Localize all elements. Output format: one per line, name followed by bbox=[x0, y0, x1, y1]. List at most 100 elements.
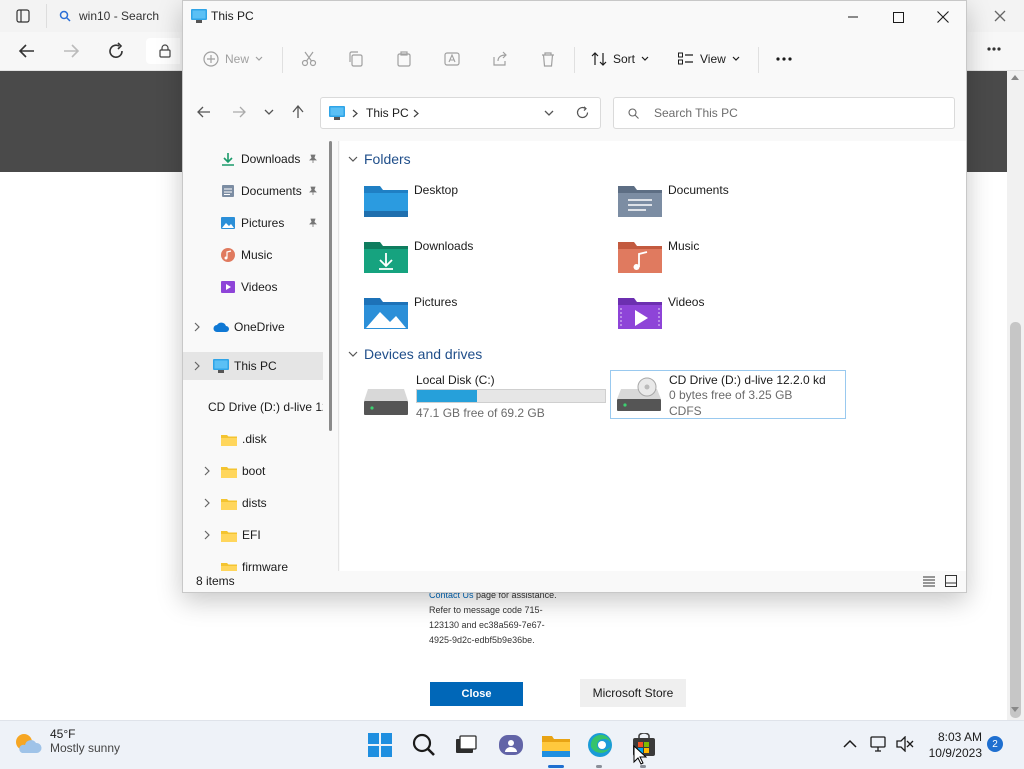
nav-label: boot bbox=[242, 464, 266, 478]
notification-badge[interactable]: 2 bbox=[987, 736, 1003, 752]
large-icons-view-icon[interactable] bbox=[945, 575, 957, 587]
forward-icon[interactable] bbox=[62, 42, 80, 60]
nav-label: Videos bbox=[241, 280, 278, 294]
drive-tile-d[interactable]: CD Drive (D:) d-live 12.2.0 kd 0 bytes f… bbox=[610, 370, 846, 419]
folder-icon bbox=[221, 498, 237, 510]
nav-item-pictures[interactable]: Pictures bbox=[183, 209, 323, 237]
nav-scrollbar[interactable] bbox=[329, 141, 332, 431]
expand-chevron-icon[interactable] bbox=[193, 361, 201, 371]
error-line: Refer to message code 715- bbox=[429, 605, 543, 615]
folder-tile-documents[interactable]: Documents bbox=[618, 183, 729, 217]
nav-item-downloads[interactable]: Downloads bbox=[183, 145, 323, 173]
share-button[interactable] bbox=[492, 41, 508, 77]
forward-icon[interactable] bbox=[232, 106, 246, 118]
view-button[interactable]: View bbox=[678, 41, 740, 77]
back-icon[interactable] bbox=[197, 106, 211, 118]
nav-label: Documents bbox=[241, 184, 302, 198]
nav-item-folder[interactable]: boot bbox=[183, 457, 323, 485]
cut-button[interactable] bbox=[301, 41, 317, 77]
expand-chevron-icon[interactable] bbox=[203, 466, 211, 476]
explorer-titlebar[interactable]: This PC bbox=[183, 1, 966, 33]
file-explorer-taskbar-button[interactable] bbox=[540, 729, 572, 761]
expand-chevron-icon[interactable] bbox=[193, 322, 201, 332]
pin-icon[interactable] bbox=[308, 186, 318, 196]
close-tab-icon[interactable] bbox=[993, 9, 1007, 23]
nav-item-folder[interactable]: EFI bbox=[183, 521, 323, 549]
chevron-right-icon[interactable] bbox=[413, 109, 419, 118]
drives-section-header[interactable]: Devices and drives bbox=[348, 346, 482, 362]
see-more-button[interactable] bbox=[776, 41, 792, 77]
tab-actions-icon[interactable] bbox=[16, 9, 30, 23]
address-path[interactable]: This PC bbox=[366, 106, 409, 120]
collapse-chevron-icon bbox=[348, 156, 358, 162]
nav-item-music[interactable]: Music bbox=[183, 241, 323, 269]
navigation-pane: Downloads Documents Pictures Music Video… bbox=[183, 141, 331, 571]
up-icon[interactable] bbox=[292, 105, 304, 119]
sort-button[interactable]: Sort bbox=[591, 41, 649, 77]
expand-chevron-icon[interactable] bbox=[203, 498, 211, 508]
more-options-icon[interactable] bbox=[986, 46, 1002, 52]
chat-button[interactable] bbox=[495, 729, 527, 761]
weather-widget[interactable]: 45°F Mostly sunny bbox=[10, 727, 120, 759]
edge-button[interactable] bbox=[584, 729, 616, 761]
nav-item-documents[interactable]: Documents bbox=[183, 177, 323, 205]
close-button[interactable]: Close bbox=[430, 682, 523, 706]
nav-item-folder[interactable]: .disk bbox=[183, 425, 323, 453]
task-view-icon bbox=[456, 735, 477, 753]
chat-icon bbox=[499, 735, 523, 755]
show-hidden-icons-icon[interactable] bbox=[843, 739, 857, 749]
recent-locations-icon[interactable] bbox=[264, 109, 274, 115]
pane-divider[interactable] bbox=[338, 141, 339, 571]
refresh-icon[interactable] bbox=[107, 42, 125, 60]
drive-tile-c[interactable]: Local Disk (C:) 47.1 GB free of 69.2 GB bbox=[364, 373, 606, 421]
browser-tab[interactable]: win10 - Search bbox=[46, 4, 195, 28]
folder-tile-videos[interactable]: Videos bbox=[618, 295, 704, 329]
volume-muted-icon[interactable] bbox=[896, 736, 914, 752]
nav-item-folder[interactable]: dists bbox=[183, 489, 323, 517]
folders-section-header[interactable]: Folders bbox=[348, 151, 411, 167]
folder-tile-desktop[interactable]: Desktop bbox=[364, 183, 458, 217]
expand-chevron-icon[interactable] bbox=[203, 530, 211, 540]
maximize-button[interactable] bbox=[875, 1, 921, 33]
pin-icon[interactable] bbox=[308, 218, 318, 228]
collapse-chevron-icon bbox=[348, 351, 358, 357]
pin-icon[interactable] bbox=[308, 154, 318, 164]
back-icon[interactable] bbox=[18, 42, 36, 60]
nav-item-folder[interactable]: firmware bbox=[183, 553, 323, 571]
scroll-up-icon[interactable] bbox=[1010, 73, 1020, 81]
paste-button[interactable] bbox=[396, 41, 412, 77]
microsoft-store-button[interactable]: Microsoft Store bbox=[580, 679, 686, 707]
folder-label: Documents bbox=[668, 183, 729, 197]
folder-tile-downloads[interactable]: Downloads bbox=[364, 239, 473, 273]
search-placeholder: Search This PC bbox=[654, 106, 738, 120]
lock-icon bbox=[159, 44, 171, 58]
copy-button[interactable] bbox=[348, 41, 364, 77]
search-input[interactable]: Search This PC bbox=[613, 97, 955, 129]
start-button[interactable] bbox=[364, 729, 396, 761]
scroll-down-icon[interactable] bbox=[1010, 706, 1020, 714]
address-bar[interactable]: This PC bbox=[320, 97, 601, 129]
folder-tile-pictures[interactable]: Pictures bbox=[364, 295, 457, 329]
nav-item-videos[interactable]: Videos bbox=[183, 273, 323, 301]
nav-item-onedrive[interactable]: OneDrive bbox=[183, 313, 323, 341]
new-label: New bbox=[225, 52, 250, 66]
task-view-button[interactable] bbox=[450, 729, 482, 761]
clock[interactable]: 8:03 AM 10/9/2023 bbox=[922, 729, 982, 761]
nav-item-this-pc[interactable]: This PC bbox=[183, 352, 323, 380]
new-button[interactable]: New bbox=[203, 41, 263, 77]
download-icon bbox=[222, 153, 234, 166]
folder-tile-music[interactable]: Music bbox=[618, 239, 699, 273]
browser-scrollbar-thumb[interactable] bbox=[1010, 322, 1021, 718]
details-view-icon[interactable] bbox=[923, 575, 935, 587]
refresh-icon[interactable] bbox=[576, 106, 589, 119]
address-bar[interactable] bbox=[146, 38, 180, 64]
cut-icon bbox=[301, 51, 317, 67]
address-dropdown-icon[interactable] bbox=[544, 110, 554, 116]
close-window-button[interactable] bbox=[920, 1, 966, 33]
nav-item-cd-drive[interactable]: CD Drive (D:) d-live 12.2.0 kd bbox=[183, 393, 323, 421]
network-icon[interactable] bbox=[870, 736, 888, 752]
rename-button[interactable] bbox=[444, 41, 460, 77]
delete-button[interactable] bbox=[540, 41, 556, 77]
minimize-button[interactable] bbox=[830, 1, 876, 33]
search-button[interactable] bbox=[408, 729, 440, 761]
